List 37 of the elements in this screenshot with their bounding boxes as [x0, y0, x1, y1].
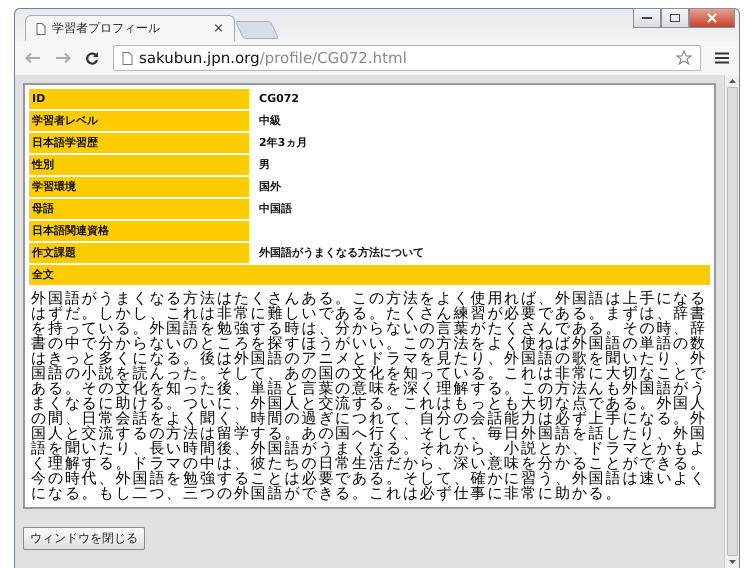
url-text: sakubun.jpn.org/profile/CG072.html [139, 49, 408, 67]
field-value: 国外 [258, 179, 282, 195]
section-header: 全文 [29, 265, 710, 285]
page-icon [36, 22, 46, 34]
minimize-button[interactable] [633, 8, 661, 28]
field-value: 2年3ヵ月 [258, 135, 308, 151]
page-icon [122, 52, 133, 64]
field-label: 母語 [29, 199, 249, 219]
field-value: 中級 [258, 113, 282, 129]
close-window-button[interactable] [689, 8, 735, 28]
field-value: 中国語 [258, 201, 293, 217]
menu-icon[interactable] [715, 52, 729, 64]
scrollbar[interactable] [724, 75, 739, 568]
field-label: 学習環境 [29, 177, 249, 197]
field-label: 日本語関連資格 [29, 221, 249, 241]
reload-icon[interactable] [85, 51, 99, 65]
browser-tab[interactable]: 学習者プロフィール × [25, 15, 235, 41]
close-icon [707, 13, 717, 23]
scroll-up-icon[interactable] [728, 79, 736, 83]
address-bar[interactable]: sakubun.jpn.org/profile/CG072.html [113, 45, 701, 71]
field-label: ID [29, 89, 249, 109]
field-value: 男 [258, 157, 271, 173]
field-label: 日本語学習歴 [29, 133, 249, 153]
tab-title: 学習者プロフィール [52, 20, 161, 37]
close-window-button[interactable]: ウィンドウを閉じる [23, 527, 145, 550]
field-label: 学習者レベル [29, 111, 249, 131]
maximize-icon [670, 14, 680, 22]
essay-text: 外国語がうまくなる方法はたくさんある。この方法をよく使用れば、外国語は上手になるはずだ。しかし、これは非常に難しいである。たくさん練習が必要である。まずは、辞書を持っている。外国語を勉強する時は、分からないの言葉がたくさんである。その時、辞書の中で分からないのところを探すほうがいい。この方法をよく使ねば外国語の単語の数はきっと多くになる。後は外国語のアニメとドラマを見たり、外国語の歌を聞いたり、外国語の小説を読んった。そして、あの国の文化を知っている。これは非常に大切なことである。その文化を知った後、単語と言葉の意味を深く理解する。この方法んも外国語がうまくなるに助ける。ついに、外国人と交流する。これはもっとも大切な点である。外国人の間、日常会話をよく聞く、時間の過ぎにつれて、自分の会話能力は必ず上手になる。外国人と交流するの方法は留学する。あの国へ行く、そして、毎日外国語を話したり、外国語を聞いたり、長い時間後、外国語がうまくなる。それから、小説とか、ドラマとかもよく理解する。ドラマの中は、彼たちの日常生活だから、深い意味を分かることができる。今の時代、外国語を勉強することは必要である。そして、確かに習う、外国語は速いよくになる。もし二つ、三つの外国語ができる。これは必ず仕事に非常に助かる。 [30, 288, 708, 503]
scroll-down-icon[interactable] [728, 560, 736, 564]
minimize-icon [642, 16, 652, 20]
field-label: 性別 [29, 155, 249, 175]
field-label: 作文課題 [29, 243, 249, 263]
star-icon[interactable] [676, 50, 692, 66]
field-value: 外国語がうまくなる方法について [258, 245, 425, 261]
maximize-button[interactable] [661, 8, 689, 28]
tab-close-button[interactable]: × [213, 21, 224, 36]
field-value: CG072 [258, 91, 300, 107]
